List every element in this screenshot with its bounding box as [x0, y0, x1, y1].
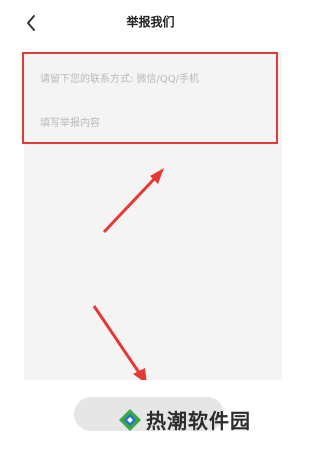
watermark: 热潮软件园 [118, 405, 251, 434]
arrow-down-right [92, 305, 147, 384]
watermark-text: 热潮软件园 [146, 409, 251, 433]
logo-icon [119, 408, 141, 431]
arrow-up-right [102, 168, 164, 234]
